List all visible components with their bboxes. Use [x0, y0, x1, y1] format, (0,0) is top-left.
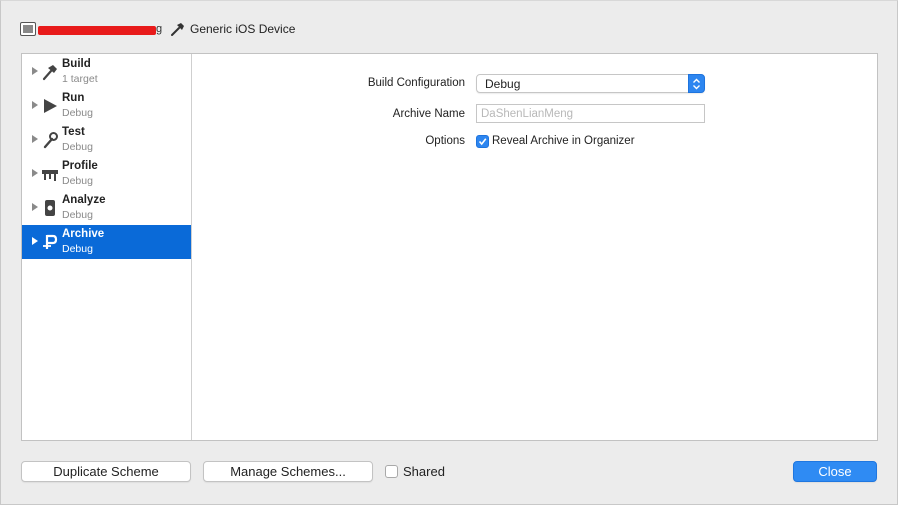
- disclosure-triangle-icon[interactable]: [32, 203, 38, 211]
- sidebar-item-title: Test: [62, 126, 85, 138]
- scheme-action-list: Build 1 target Run Debug Test Debug Prof…: [22, 54, 192, 440]
- archive-icon: [43, 234, 58, 249]
- reveal-archive-label[interactable]: Reveal Archive in Organizer: [492, 135, 635, 147]
- sidebar-item-title: Run: [62, 92, 85, 104]
- build-configuration-popup[interactable]: Debug: [476, 74, 705, 93]
- sidebar-item-test[interactable]: Test Debug: [22, 123, 191, 157]
- build-configuration-value: Debug: [485, 77, 521, 91]
- hammer-icon: [171, 23, 184, 36]
- archive-name-label: Archive Name: [392, 108, 465, 120]
- wrench-icon: [43, 132, 58, 149]
- hammer-icon: [42, 65, 57, 81]
- sidebar-item-title: Archive: [62, 228, 105, 240]
- redacted-scheme-name: [38, 25, 156, 35]
- sidebar-item-subtitle: Debug: [62, 175, 93, 187]
- sidebar-item-run[interactable]: Run Debug: [22, 89, 191, 123]
- shared-label[interactable]: Shared: [403, 464, 445, 479]
- shared-checkbox[interactable]: [385, 465, 398, 478]
- options-label: Options: [425, 135, 465, 147]
- disclosure-triangle-icon[interactable]: [32, 101, 38, 109]
- sidebar-item-build[interactable]: Build 1 target: [22, 55, 191, 89]
- reveal-archive-checkbox[interactable]: [476, 135, 489, 148]
- disclosure-triangle-icon[interactable]: [32, 169, 38, 177]
- scheme-app-icon: [20, 22, 36, 36]
- sidebar-item-subtitle: Debug: [62, 107, 93, 119]
- sidebar-item-subtitle: 1 target: [62, 73, 98, 85]
- sidebar-item-title: Profile: [62, 160, 98, 172]
- sidebar-item-subtitle: Debug: [62, 209, 93, 221]
- sidebar-item-profile[interactable]: Profile Debug: [22, 157, 191, 191]
- destination-label[interactable]: Generic iOS Device: [190, 22, 295, 36]
- manage-schemes-button[interactable]: Manage Schemes...: [203, 461, 373, 482]
- close-button[interactable]: Close: [793, 461, 877, 482]
- popup-chevron-icon[interactable]: [688, 74, 705, 93]
- sidebar-item-title: Build: [62, 58, 91, 70]
- play-icon: [44, 99, 57, 113]
- sidebar-item-analyze[interactable]: Analyze Debug: [22, 191, 191, 225]
- instruments-icon: [42, 170, 58, 181]
- scheme-destination-bar[interactable]: g Generic iOS Device: [20, 17, 295, 41]
- analyze-icon: [45, 200, 55, 216]
- sidebar-item-title: Analyze: [62, 194, 106, 206]
- disclosure-triangle-icon[interactable]: [32, 135, 38, 143]
- sidebar-item-subtitle: Debug: [62, 243, 93, 255]
- scheme-name-tail: g: [156, 23, 163, 35]
- archive-name-field[interactable]: [476, 104, 705, 123]
- sidebar-item-subtitle: Debug: [62, 141, 93, 153]
- build-configuration-label: Build Configuration: [367, 77, 465, 89]
- disclosure-triangle-icon[interactable]: [32, 67, 38, 75]
- disclosure-triangle-icon[interactable]: [32, 237, 38, 245]
- sidebar-item-archive[interactable]: Archive Debug: [22, 225, 191, 259]
- scheme-editor-panel: Build 1 target Run Debug Test Debug Prof…: [21, 53, 878, 441]
- duplicate-scheme-button[interactable]: Duplicate Scheme: [21, 461, 191, 482]
